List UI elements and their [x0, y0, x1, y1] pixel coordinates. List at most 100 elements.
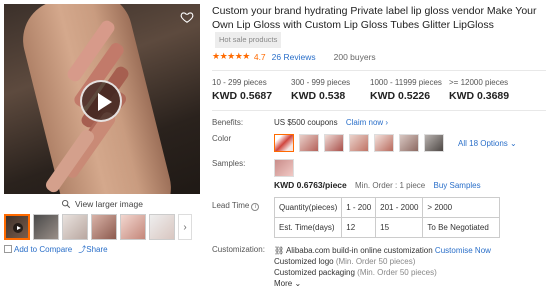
color-option[interactable]: [399, 134, 419, 152]
play-video-button[interactable]: [80, 80, 122, 122]
thumbnail-strip: ›: [4, 214, 200, 240]
customized-packaging: Customized packaging: [274, 268, 355, 277]
table-cell: Est. Time(days): [273, 217, 343, 238]
divider: [212, 110, 546, 111]
tier-range: 300 - 999 pieces: [291, 78, 351, 87]
thumbnail-image[interactable]: [62, 214, 88, 240]
compare-checkbox[interactable]: [4, 245, 12, 253]
price-tier: 1000 - 11999 pieces KWD 0.5226: [370, 78, 449, 102]
table-cell: 15: [375, 217, 424, 238]
customized-packaging-note: (Min. Order 50 pieces): [357, 268, 437, 277]
sample-price-line: KWD 0.6763/piece Min. Order : 1 piece Bu…: [274, 180, 481, 190]
table-cell: 1 - 200: [341, 197, 377, 218]
price-tier: 300 - 999 pieces KWD 0.538: [291, 78, 370, 102]
color-row: Color All 18 Options ⌄: [212, 134, 546, 152]
price-tiers: 10 - 299 pieces KWD 0.5687 300 - 999 pie…: [212, 78, 546, 102]
product-info: Custom your brand hydrating Private labe…: [212, 4, 546, 289]
magnifier-icon: [62, 200, 71, 209]
product-title-text: Custom your brand hydrating Private labe…: [212, 5, 537, 31]
lead-time-table: Quantity(pieces) 1 - 200 201 - 2000 > 20…: [273, 197, 501, 238]
main-product-image[interactable]: [4, 4, 200, 194]
benefits-value: US $500 coupons Claim now ›: [274, 118, 388, 127]
benefits-row: Benefits: US $500 coupons Claim now ›: [212, 118, 546, 127]
divider: [212, 70, 546, 71]
claim-now-link[interactable]: Claim now ›: [346, 118, 388, 127]
share-label: Share: [86, 245, 108, 254]
thumbnail-video[interactable]: [4, 214, 30, 240]
all-options-link[interactable]: All 18 Options ⌄: [458, 139, 517, 148]
customization-value: ⛓ Alibaba.com build-in online customizat…: [274, 245, 491, 289]
view-larger-image-link[interactable]: View larger image: [4, 194, 200, 214]
buyers-count: 200 buyers: [333, 51, 376, 62]
sample-min-order: Min. Order : 1 piece: [355, 181, 426, 190]
info-icon[interactable]: i: [251, 203, 260, 211]
table-row: Quantity(pieces) 1 - 200 201 - 2000 > 20…: [273, 197, 501, 218]
tier-range: >= 12000 pieces: [449, 78, 509, 87]
thumbnail-image[interactable]: [91, 214, 117, 240]
tier-price: KWD 0.5687: [212, 90, 273, 102]
customization-label: Customization:: [212, 245, 265, 254]
samples-label: Samples:: [212, 159, 246, 168]
samples-value: KWD 0.6763/piece Min. Order : 1 piece Bu…: [274, 159, 481, 190]
tier-price: KWD 0.5226: [370, 90, 431, 102]
table-cell: > 2000: [422, 197, 501, 218]
alibaba-logo-icon: ⛓: [274, 246, 285, 255]
customization-headline: ⛓ Alibaba.com build-in online customizat…: [274, 245, 491, 256]
table-cell: 12: [341, 217, 377, 238]
gallery-actions: Add to Compare ⤴Share: [4, 244, 200, 255]
color-label: Color: [212, 134, 232, 143]
customization-headline-text: Alibaba.com build-in online customizatio…: [285, 246, 433, 255]
rating-stars-icon: ★★★★★: [212, 51, 250, 61]
product-title: Custom your brand hydrating Private labe…: [212, 4, 546, 48]
tier-price: KWD 0.3689: [449, 90, 510, 102]
lead-time-text: Lead Time: [212, 201, 250, 210]
table-cell: Quantity(pieces): [273, 197, 343, 218]
color-option[interactable]: [424, 134, 444, 152]
price-tier: 10 - 299 pieces KWD 0.5687: [212, 78, 291, 102]
color-option[interactable]: [299, 134, 319, 152]
benefits-label: Benefits:: [212, 118, 244, 127]
thumbnail-image[interactable]: [120, 214, 146, 240]
tier-price: KWD 0.538: [291, 90, 346, 102]
view-larger-label: View larger image: [75, 199, 143, 209]
add-to-compare-label: Add to Compare: [14, 245, 73, 254]
color-option[interactable]: [274, 134, 294, 152]
price-tier: >= 12000 pieces KWD 0.3689: [449, 78, 528, 102]
add-to-compare[interactable]: Add to Compare: [4, 245, 72, 254]
reviews-link[interactable]: 26 Reviews: [272, 52, 316, 62]
share-link[interactable]: ⤴Share: [78, 244, 107, 255]
tier-range: 1000 - 11999 pieces: [370, 78, 442, 87]
color-option[interactable]: [324, 134, 344, 152]
hot-sale-badge: Hot sale products: [215, 32, 282, 48]
rating-row: ★★★★★ 4.7 26 Reviews 200 buyers: [212, 51, 546, 62]
coupon-text: US $500 coupons: [274, 118, 338, 127]
sample-thumbnail: [274, 159, 294, 177]
play-icon: [13, 223, 23, 233]
customized-packaging-line: Customized packaging (Min. Order 50 piec…: [274, 267, 491, 278]
color-options: All 18 Options ⌄: [274, 134, 517, 152]
customized-logo-note: (Min. Order 50 pieces): [335, 257, 416, 266]
table-cell: 201 - 2000: [375, 197, 424, 218]
favorite-heart-icon[interactable]: [180, 10, 194, 24]
color-option[interactable]: [349, 134, 369, 152]
rating-value: 4.7: [253, 51, 266, 62]
customise-now-link[interactable]: Customise Now: [435, 246, 491, 255]
buy-samples-link[interactable]: Buy Samples: [433, 181, 480, 190]
customized-logo: Customized logo: [274, 257, 334, 266]
thumbnail-next-arrow[interactable]: ›: [178, 214, 192, 240]
table-row: Est. Time(days) 12 15 To Be Negotiated: [273, 217, 501, 238]
product-page: View larger image › Add to Compare ⤴Shar…: [0, 0, 550, 288]
thumbnail-image[interactable]: [149, 214, 175, 240]
more-link[interactable]: More ⌄: [274, 278, 491, 289]
tier-range: 10 - 299 pieces: [212, 78, 267, 87]
media-gallery: View larger image › Add to Compare ⤴Shar…: [4, 4, 200, 255]
color-option[interactable]: [374, 134, 394, 152]
customization-row: Customization: ⛓ Alibaba.com build-in on…: [212, 245, 546, 289]
table-cell: To Be Negotiated: [422, 217, 501, 238]
samples-row: Samples: KWD 0.6763/piece Min. Order : 1…: [212, 159, 546, 190]
customized-logo-line: Customized logo (Min. Order 50 pieces): [274, 256, 491, 267]
lead-time-row: Lead Time i Quantity(pieces) 1 - 200 201 …: [212, 197, 546, 238]
lead-time-label: Lead Time i: [212, 197, 274, 211]
thumbnail-image[interactable]: [33, 214, 59, 240]
sample-price: KWD 0.6763/piece: [274, 180, 347, 190]
